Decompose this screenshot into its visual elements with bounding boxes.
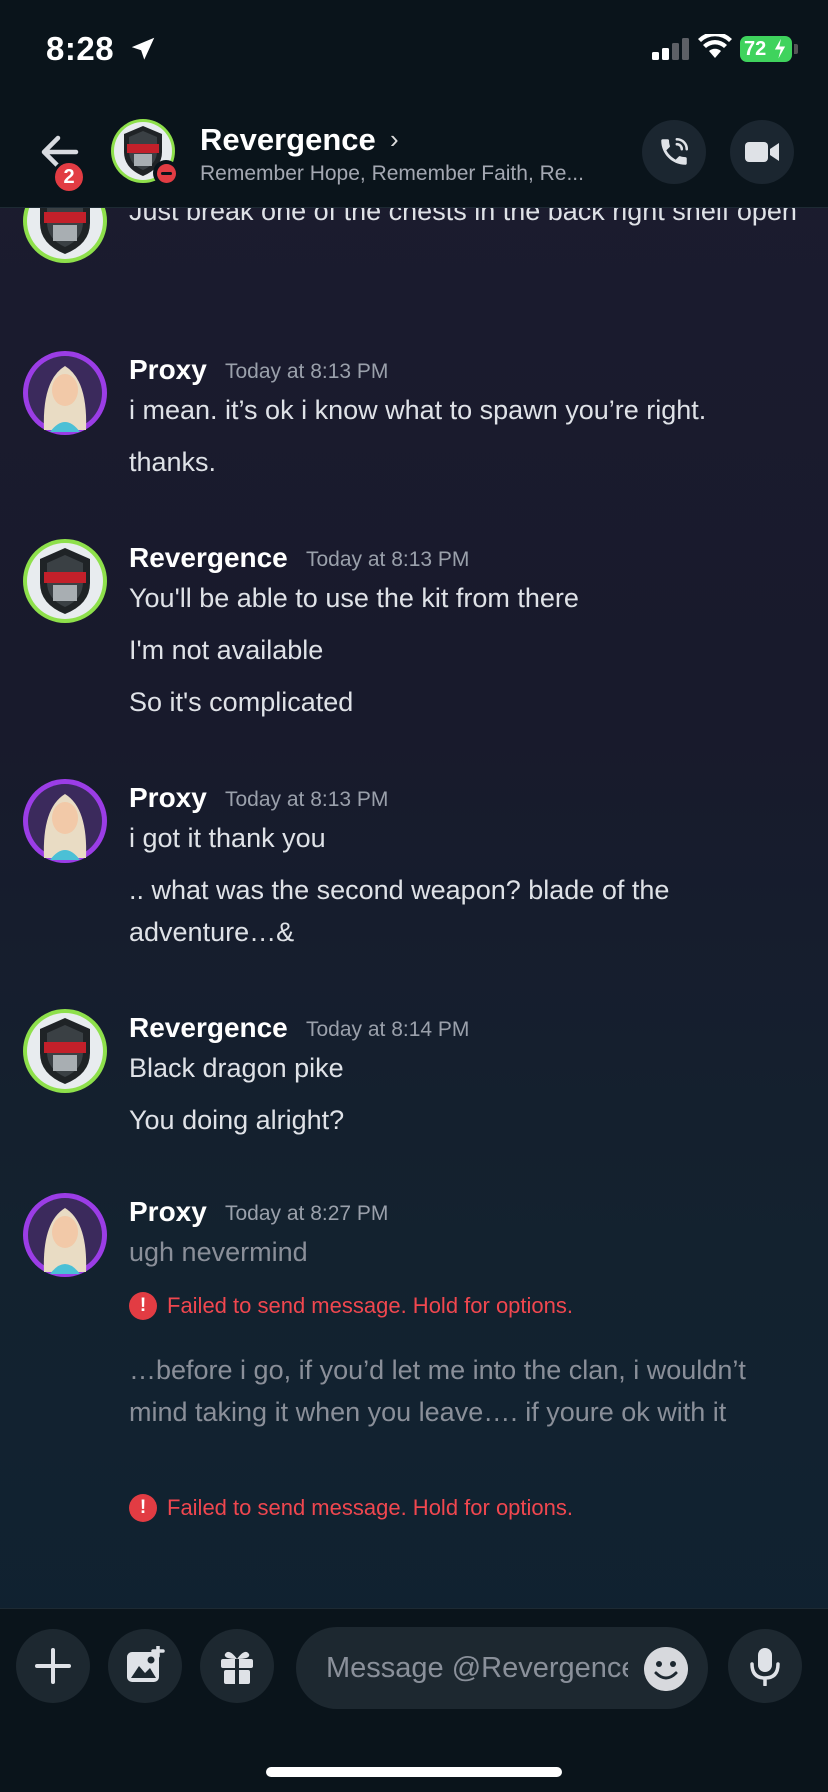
home-indicator[interactable]: [266, 1767, 562, 1777]
send-error[interactable]: ! Failed to send message. Hold for optio…: [129, 1292, 573, 1320]
error-icon: !: [129, 1292, 157, 1320]
image-icon: [127, 1646, 165, 1682]
message-timestamp: Today at 8:27 PM: [225, 1202, 389, 1225]
send-error[interactable]: ! Failed to send message. Hold for optio…: [129, 1494, 573, 1522]
message-text[interactable]: thanks.: [129, 441, 799, 483]
author-name[interactable]: Revergence: [129, 542, 288, 574]
microphone-icon: [750, 1648, 780, 1686]
voice-message-button[interactable]: [728, 1629, 802, 1703]
failed-message-text[interactable]: …before i go, if you’d let me into the c…: [129, 1349, 799, 1433]
status-bar: 8:28 72: [0, 0, 828, 100]
author-name[interactable]: Proxy: [129, 1196, 207, 1228]
revergence-avatar[interactable]: [22, 538, 108, 624]
voice-call-button[interactable]: [642, 120, 706, 184]
phone-icon: [661, 137, 689, 165]
do-not-disturb-icon: [153, 160, 179, 186]
proxy-avatar[interactable]: [22, 778, 108, 864]
add-attachment-button[interactable]: [16, 1629, 90, 1703]
send-error-text: Failed to send message. Hold for options…: [167, 1495, 574, 1520]
message-list[interactable]: Just break one of the chests in the back…: [0, 208, 828, 1608]
message-text[interactable]: So it's complicated: [129, 681, 799, 723]
author-name[interactable]: Proxy: [129, 354, 207, 386]
message-text[interactable]: i got it thank you: [129, 817, 799, 859]
error-icon: !: [129, 1494, 157, 1522]
gift-button[interactable]: [200, 1629, 274, 1703]
location-arrow-icon: [131, 37, 155, 60]
status-time: 8:28: [46, 30, 115, 67]
cellular-signal-icon: [652, 38, 689, 60]
message-text[interactable]: You doing alright?: [129, 1099, 799, 1141]
wifi-icon: [698, 34, 732, 58]
revergence-avatar[interactable]: [22, 208, 108, 264]
message-text[interactable]: Black dragon pike: [129, 1047, 799, 1089]
message-text[interactable]: I'm not available: [129, 629, 799, 671]
channel-name[interactable]: Revergence: [200, 122, 376, 158]
proxy-avatar[interactable]: [22, 1192, 108, 1278]
message-timestamp: Today at 8:13 PM: [306, 548, 470, 571]
plus-icon: [35, 1648, 71, 1684]
message-text[interactable]: .. what was the second weapon? blade of …: [129, 869, 799, 953]
message-timestamp: Today at 8:14 PM: [306, 1018, 470, 1041]
message-composer: [0, 1608, 828, 1792]
message-text[interactable]: i mean. it’s ok i know what to spawn you…: [129, 389, 799, 431]
failed-message-text[interactable]: ugh nevermind: [129, 1231, 799, 1273]
video-call-button[interactable]: [730, 120, 794, 184]
message-timestamp: Today at 8:13 PM: [225, 788, 389, 811]
send-error-text: Failed to send message. Hold for options…: [167, 1293, 574, 1318]
image-picker-button[interactable]: [108, 1629, 182, 1703]
author-name[interactable]: Revergence: [129, 1012, 288, 1044]
author-name[interactable]: Proxy: [129, 782, 207, 814]
battery-cap: [794, 44, 798, 54]
message-text[interactable]: You'll be able to use the kit from there: [129, 577, 799, 619]
gift-icon: [221, 1651, 253, 1684]
chevron-right-icon[interactable]: ›: [390, 124, 399, 155]
message-timestamp: Today at 8:13 PM: [225, 360, 389, 383]
revergence-avatar[interactable]: [22, 1008, 108, 1094]
emoji-icon[interactable]: [644, 1647, 688, 1691]
chat-header: 2 Revergence › Remember Hope, Remember F…: [0, 100, 828, 208]
message-text[interactable]: Just break one of the chests in the back…: [129, 208, 799, 232]
charging-bolt-icon: [773, 36, 787, 62]
unread-badge: 2: [52, 160, 86, 194]
proxy-avatar[interactable]: [22, 350, 108, 436]
battery-level: 72: [744, 38, 767, 60]
video-camera-icon: [745, 142, 779, 162]
custom-status: Remember Hope, Remember Faith, Re...: [200, 162, 584, 185]
